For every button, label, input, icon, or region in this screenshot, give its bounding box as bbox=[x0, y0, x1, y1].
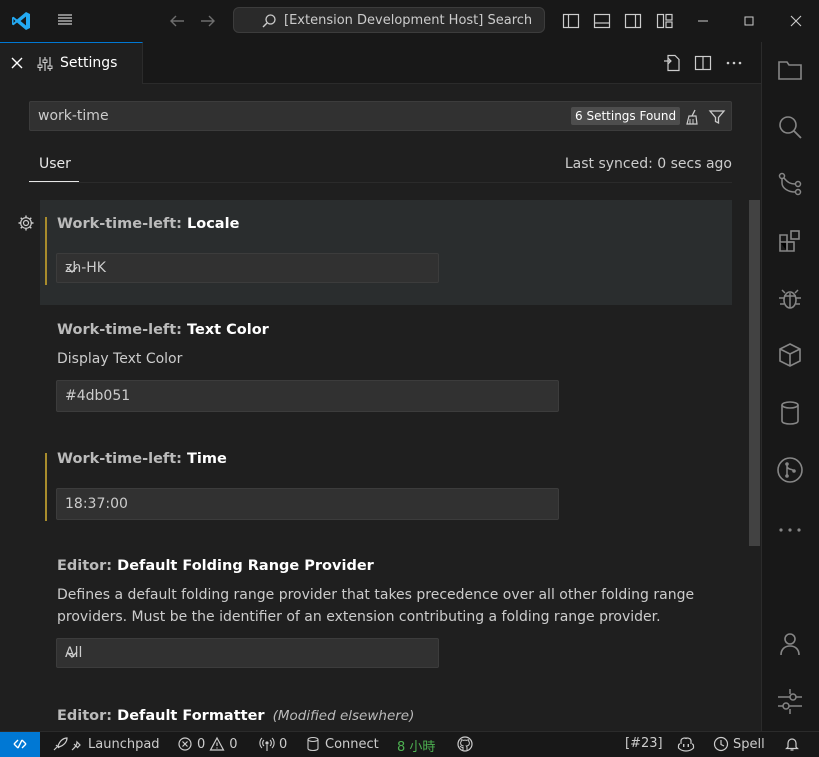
toggle-primary-sidebar-icon[interactable] bbox=[561, 11, 581, 31]
text-color-value: #4db051 bbox=[65, 388, 131, 404]
toggle-secondary-sidebar-icon[interactable] bbox=[623, 11, 643, 31]
open-settings-json-icon[interactable] bbox=[662, 53, 682, 73]
package-cube-icon[interactable] bbox=[776, 341, 804, 369]
run-and-debug-icon[interactable] bbox=[776, 284, 804, 312]
activity-bar bbox=[761, 42, 819, 731]
database-icon[interactable] bbox=[776, 399, 804, 427]
git-graph-icon[interactable] bbox=[776, 456, 804, 484]
more-actions-icon[interactable] bbox=[724, 53, 744, 73]
filter-icon[interactable] bbox=[708, 108, 726, 126]
locale-select[interactable]: zh-HK bbox=[56, 253, 439, 283]
forward-arrow-icon[interactable] bbox=[198, 11, 218, 31]
error-icon bbox=[178, 737, 192, 751]
setting-title-folding-provider: Editor: Default Folding Range Provider bbox=[57, 558, 374, 574]
launchpad-label: Launchpad bbox=[88, 736, 160, 752]
editor-tab-bar: Settings bbox=[0, 42, 761, 84]
text-color-input[interactable]: #4db051 bbox=[56, 380, 559, 412]
explorer-icon[interactable] bbox=[776, 56, 804, 84]
manage-settings-icon[interactable] bbox=[776, 687, 804, 715]
title-bar: [Extension Development Host] Search bbox=[0, 0, 819, 42]
clock-icon bbox=[713, 736, 729, 752]
ports-count: 0 bbox=[279, 736, 288, 752]
work-time-remaining[interactable]: 8 小時 bbox=[397, 736, 435, 755]
tab-label: Settings bbox=[60, 55, 118, 71]
time-value: 18:37:00 bbox=[65, 496, 128, 512]
broadcast-icon bbox=[259, 737, 275, 751]
error-count: 0 bbox=[197, 736, 206, 752]
source-control-icon[interactable] bbox=[776, 170, 804, 198]
notifications-bell-icon[interactable] bbox=[784, 736, 800, 752]
remote-indicator[interactable] bbox=[0, 732, 40, 757]
github-icon[interactable] bbox=[457, 736, 473, 752]
toggle-panel-icon[interactable] bbox=[592, 11, 612, 31]
modified-indicator bbox=[45, 453, 47, 521]
back-arrow-icon[interactable] bbox=[167, 11, 187, 31]
status-bar: Launchpad 0 0 0 Connect 8 小時 [#23] Spell bbox=[0, 731, 819, 757]
search-view-icon[interactable] bbox=[776, 113, 804, 141]
vertical-scrollbar[interactable] bbox=[749, 200, 760, 546]
settings-found-badge: 6 Settings Found bbox=[571, 107, 681, 125]
connect-label: Connect bbox=[325, 736, 379, 752]
time-input[interactable]: 18:37:00 bbox=[56, 488, 559, 520]
database-icon bbox=[307, 736, 319, 752]
close-window-icon[interactable] bbox=[786, 11, 806, 31]
setting-title-time: Work-time-left: Time bbox=[57, 451, 227, 467]
split-editor-icon[interactable] bbox=[693, 53, 713, 73]
setting-title-locale: Work-time-left: Locale bbox=[57, 216, 240, 232]
chevron-down-icon bbox=[65, 262, 430, 276]
launchpad-item[interactable]: Launchpad bbox=[52, 736, 160, 752]
setting-title-default-formatter: Editor: Default Formatter (Modified elsew… bbox=[57, 708, 415, 724]
chevron-down-icon bbox=[65, 647, 430, 661]
clear-search-icon[interactable] bbox=[684, 108, 702, 126]
menu-icon[interactable] bbox=[56, 11, 76, 31]
setting-description-text-color: Display Text Color bbox=[57, 351, 183, 367]
customize-layout-icon[interactable] bbox=[655, 11, 675, 31]
setting-description-folding-provider: Defines a default folding range provider… bbox=[57, 587, 695, 625]
ports-item[interactable]: 0 bbox=[259, 736, 287, 752]
command-center-label: [Extension Development Host] Search bbox=[284, 13, 533, 28]
settings-sliders-icon bbox=[37, 56, 53, 72]
rocket-icon bbox=[53, 737, 81, 751]
pull-request-item[interactable]: [#23] bbox=[625, 736, 663, 751]
gear-icon[interactable] bbox=[17, 214, 35, 232]
modified-elsewhere-note: (Modified elsewhere) bbox=[272, 708, 415, 724]
tab-settings[interactable]: Settings bbox=[0, 42, 143, 84]
maximize-window-icon[interactable] bbox=[739, 11, 759, 31]
settings-search-input[interactable]: work-time 6 Settings Found bbox=[29, 101, 732, 131]
warning-count: 0 bbox=[229, 736, 238, 752]
problems-item[interactable]: 0 0 bbox=[177, 736, 238, 752]
modified-indicator bbox=[45, 217, 47, 285]
minimize-window-icon[interactable] bbox=[693, 11, 713, 31]
tab-user[interactable]: User bbox=[29, 153, 79, 183]
setting-title-text-color: Work-time-left: Text Color bbox=[57, 322, 269, 338]
search-icon bbox=[261, 13, 277, 29]
tab-user-label: User bbox=[39, 156, 71, 172]
vscode-logo-icon bbox=[10, 10, 30, 30]
sync-status: Last synced: 0 secs ago bbox=[564, 156, 732, 172]
spell-item[interactable]: Spell bbox=[713, 736, 765, 752]
more-views-icon[interactable] bbox=[776, 516, 804, 544]
warning-icon bbox=[209, 736, 225, 751]
command-center-search[interactable]: [Extension Development Host] Search bbox=[233, 7, 545, 33]
connect-item[interactable]: Connect bbox=[305, 736, 379, 752]
close-icon[interactable] bbox=[10, 56, 24, 70]
accounts-icon[interactable] bbox=[776, 630, 804, 658]
settings-search-query: work-time bbox=[38, 108, 109, 124]
copilot-icon[interactable] bbox=[677, 736, 695, 752]
folding-provider-select[interactable]: All bbox=[56, 638, 439, 668]
extensions-icon[interactable] bbox=[776, 227, 804, 255]
spell-label: Spell bbox=[733, 736, 765, 752]
settings-list: Work-time-left: Locale zh-HK Work-time-l… bbox=[0, 183, 761, 731]
